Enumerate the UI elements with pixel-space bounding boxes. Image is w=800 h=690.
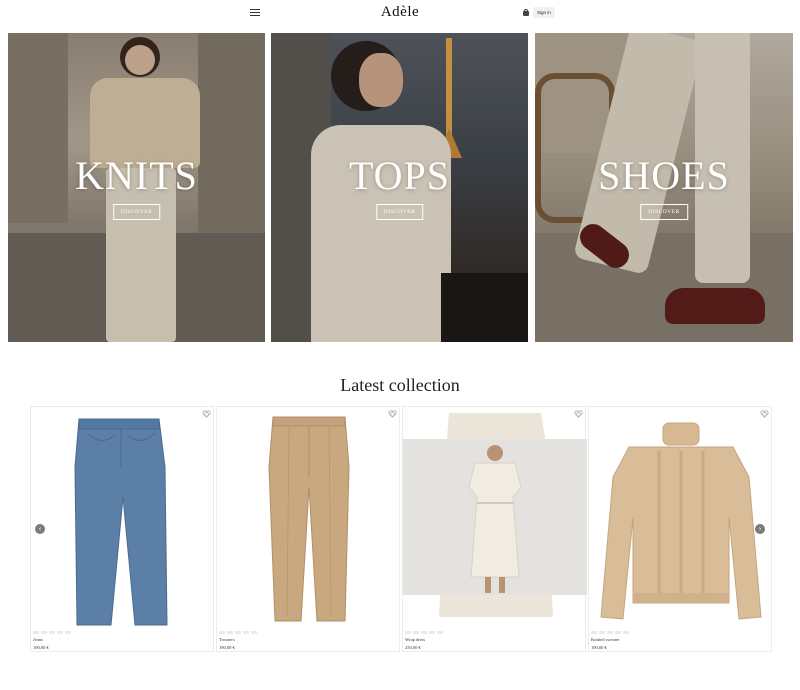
product-price: 190,00 € [591,645,607,650]
brand-logo[interactable]: Adèle [0,4,800,21]
section-title: Latest collection [340,375,460,395]
color-swatches[interactable] [33,631,71,634]
chevron-left-icon[interactable]: ‹ [35,524,45,534]
discover-button[interactable]: DISCOVER [112,204,161,220]
site-header: Adèle Sign in [0,0,800,28]
product-name: Trousers [219,637,235,642]
hero-title: TOPS [348,153,451,198]
hero-knits[interactable]: KNITS DISCOVER [8,33,265,342]
product-image-wrap-dress [403,413,587,617]
discover-button[interactable]: DISCOVER [375,204,424,220]
product-name: Wrap dress [405,637,426,642]
product-card-trousers[interactable]: Trousers 190,00 € [216,406,400,652]
chevron-right-icon[interactable]: › [755,524,765,534]
product-card-knitted-sweater[interactable]: Knitted sweater 190,00 € [588,406,772,652]
product-card-wrap-dress[interactable]: Wrap dress 250,00 € [402,406,587,652]
hero-title: KNITS [75,153,198,198]
product-image-trousers [268,416,350,622]
color-swatches[interactable] [219,631,257,634]
hero-tops[interactable]: TOPS DISCOVER [271,33,528,342]
product-card-jeans[interactable]: Jeans 190,00 € [30,406,214,652]
product-image-jeans [74,418,168,626]
sign-in-button[interactable]: Sign in [533,7,555,18]
color-swatches[interactable] [591,631,629,634]
hero-shoes[interactable]: SHOES DISCOVER [535,33,793,342]
hero-title: SHOES [598,153,730,198]
shopping-bag-icon[interactable] [521,8,531,17]
product-image-knitted-sweater [600,422,762,620]
discover-button[interactable]: DISCOVER [640,204,688,220]
product-price: 250,00 € [405,645,421,650]
product-price: 190,00 € [33,645,49,650]
product-price: 190,00 € [219,645,235,650]
product-name: Knitted sweater [591,637,620,642]
color-swatches[interactable] [405,631,443,634]
product-name: Jeans [33,637,43,642]
